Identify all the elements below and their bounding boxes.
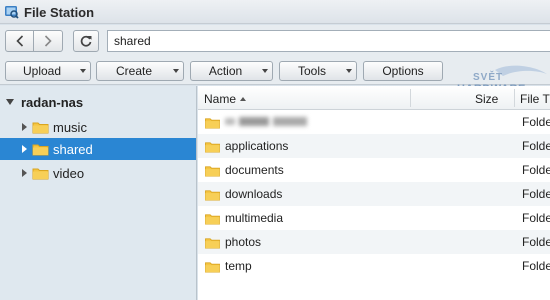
file-type: Folde <box>522 187 550 201</box>
collapse-arrow-icon[interactable] <box>22 169 27 177</box>
table-row[interactable]: Folde <box>198 110 550 134</box>
dropdown-caret-icon <box>173 69 179 73</box>
tree-item-label: video <box>53 166 85 181</box>
folder-icon <box>204 212 221 228</box>
table-row[interactable]: multimedia Folde <box>198 206 550 230</box>
file-type: Folde <box>522 259 550 273</box>
chevron-left-icon <box>15 35 23 47</box>
folder-icon <box>204 188 221 204</box>
tree-item-video[interactable]: video <box>0 162 196 184</box>
file-list-panel: Name Size File T Folde applications Fold… <box>198 86 550 300</box>
create-button[interactable]: Create <box>96 61 184 81</box>
folder-icon <box>32 142 49 159</box>
table-row[interactable]: photos Folde <box>198 230 550 254</box>
file-type: Folde <box>522 211 550 225</box>
folder-tree-panel: radan-nas music shared video <box>0 86 197 300</box>
tree-item-label: shared <box>53 142 93 157</box>
options-label: Options <box>382 64 424 78</box>
sort-ascending-icon <box>240 97 246 101</box>
tree-item-label: music <box>53 120 87 135</box>
table-row[interactable]: temp Folde <box>198 254 550 278</box>
folder-icon <box>204 116 221 132</box>
forward-button[interactable] <box>34 30 63 52</box>
tools-button[interactable]: Tools <box>279 61 357 81</box>
folder-icon <box>32 120 49 137</box>
table-row[interactable]: applications Folde <box>198 134 550 158</box>
collapse-arrow-icon[interactable] <box>22 145 27 153</box>
table-row[interactable]: documents Folde <box>198 158 550 182</box>
upload-label: Upload <box>22 64 62 78</box>
file-name: multimedia <box>225 211 284 225</box>
window-title: File Station <box>24 5 95 20</box>
options-button[interactable]: Options <box>363 61 443 81</box>
column-separator[interactable] <box>410 89 411 107</box>
dropdown-caret-icon <box>262 69 268 73</box>
file-name: documents <box>225 163 284 177</box>
file-list-header: Name Size File T <box>198 86 550 110</box>
file-name: downloads <box>225 187 283 201</box>
action-label: Action <box>208 64 243 78</box>
folder-icon <box>204 140 221 156</box>
create-label: Create <box>115 64 153 78</box>
column-separator[interactable] <box>514 89 515 107</box>
chevron-right-icon <box>44 35 52 47</box>
svg-text:SVĚT: SVĚT <box>473 70 503 83</box>
title-bar: File Station <box>0 0 550 24</box>
expand-arrow-icon[interactable] <box>6 99 14 105</box>
dropdown-caret-icon <box>346 69 352 73</box>
file-type: Folde <box>522 235 550 249</box>
folder-icon <box>204 164 221 180</box>
redacted-file-name <box>225 116 309 127</box>
column-header-name[interactable]: Name <box>204 92 236 106</box>
file-type: Folde <box>522 115 550 129</box>
folder-icon <box>204 260 221 276</box>
dropdown-caret-icon <box>80 69 86 73</box>
navigation-bar: shared <box>0 25 550 57</box>
folder-icon <box>32 166 49 183</box>
action-button[interactable]: Action <box>190 61 273 81</box>
tree-root-label: radan-nas <box>21 95 84 110</box>
column-header-size[interactable]: Size <box>475 92 498 106</box>
file-type: Folde <box>522 139 550 153</box>
path-field[interactable]: shared <box>107 30 550 52</box>
tree-item-shared[interactable]: shared <box>0 138 196 160</box>
tools-label: Tools <box>297 64 326 78</box>
file-name: temp <box>225 259 252 273</box>
file-name: photos <box>225 235 262 249</box>
folder-icon <box>204 236 221 252</box>
file-name: applications <box>225 139 289 153</box>
upload-button[interactable]: Upload <box>5 61 91 81</box>
file-station-icon <box>4 4 19 19</box>
refresh-button[interactable] <box>73 30 99 52</box>
collapse-arrow-icon[interactable] <box>22 123 27 131</box>
tree-item-music[interactable]: music <box>0 116 196 138</box>
table-row[interactable]: downloads Folde <box>198 182 550 206</box>
refresh-icon <box>80 35 92 47</box>
back-button[interactable] <box>5 30 34 52</box>
file-type: Folde <box>522 163 550 177</box>
column-header-type[interactable]: File T <box>520 92 550 106</box>
